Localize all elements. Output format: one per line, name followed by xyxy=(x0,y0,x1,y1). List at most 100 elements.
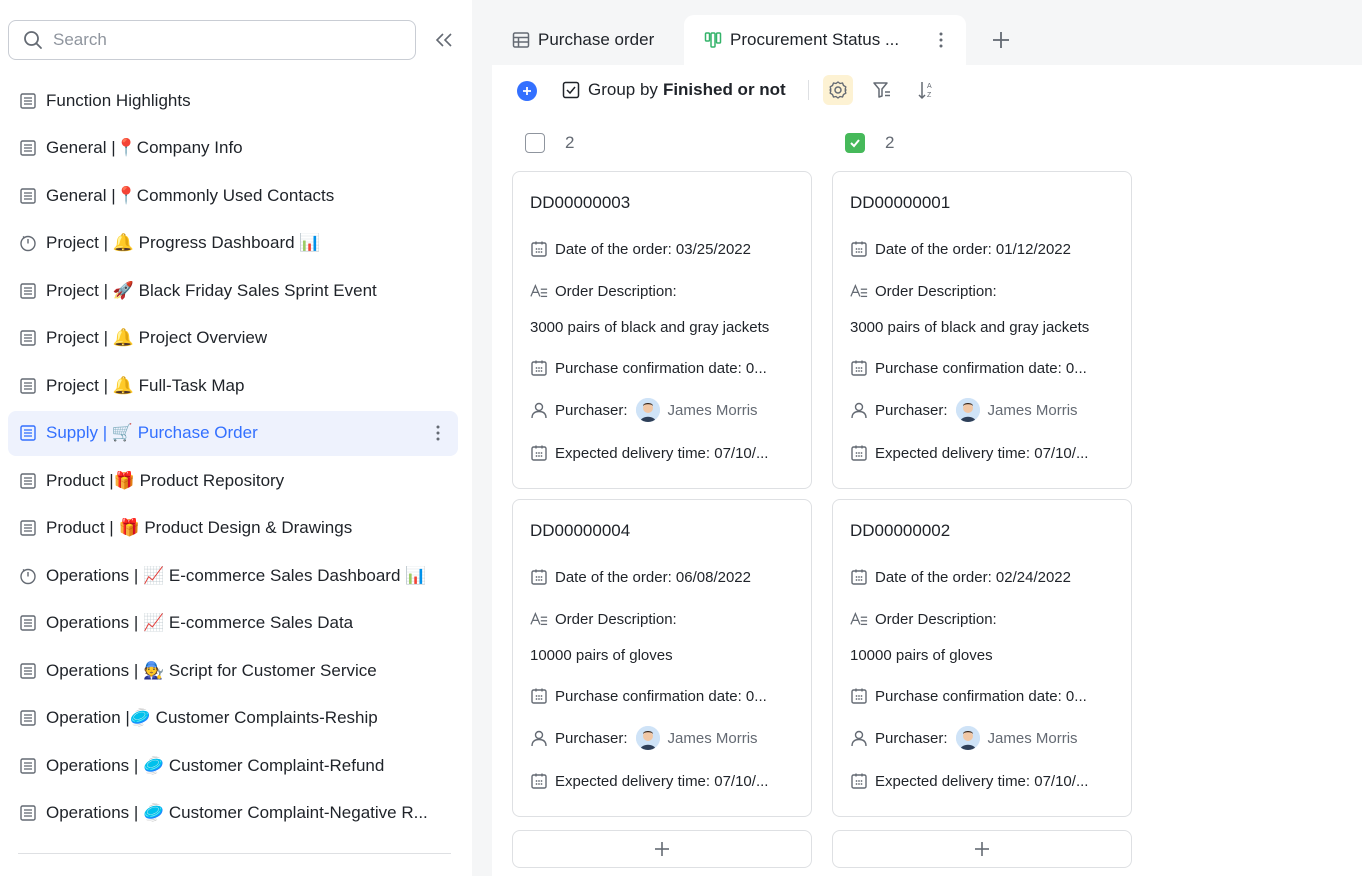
field-text: Purchase confirmation date: 0... xyxy=(555,359,767,377)
field-order-description: Order Description: xyxy=(530,610,800,628)
calendar-icon xyxy=(850,240,868,258)
calendar-icon xyxy=(530,772,548,790)
person-icon xyxy=(850,401,868,419)
avatar xyxy=(635,398,660,422)
field-confirmation-date: Purchase confirmation date: 0... xyxy=(850,359,1120,377)
grid-icon xyxy=(19,757,37,775)
sidebar-item-label: Function Highlights xyxy=(46,90,191,110)
sidebar-item[interactable]: Supply | 🛒 Purchase Order xyxy=(8,410,458,456)
add-card-button[interactable] xyxy=(512,830,812,868)
sidebar-item-label: Product |🎁 Product Repository xyxy=(46,470,285,490)
avatar xyxy=(955,726,980,750)
sidebar-item[interactable]: Project | 🔔 Progress Dashboard 📊 xyxy=(8,221,458,266)
calendar-icon xyxy=(530,568,548,586)
main-area: Purchase order Procurement Status ... Gr… xyxy=(472,0,1362,876)
settings-button[interactable] xyxy=(823,75,853,105)
kanban-board: Group by Finished or not AZ 2 DD00000003 Da… xyxy=(492,65,1362,876)
add-card-button[interactable] xyxy=(832,830,1132,868)
grid-icon xyxy=(19,377,37,395)
text-field-icon xyxy=(530,610,548,628)
grid-icon xyxy=(19,709,37,727)
grid-icon xyxy=(19,92,37,110)
sidebar-item-label: Operation |🥏 Customer Complaints-Reship xyxy=(46,708,378,727)
add-record-button[interactable] xyxy=(517,81,537,101)
group-by-field: Finished or not xyxy=(662,80,786,99)
sidebar-item[interactable]: Product |🎁 Product Repository xyxy=(8,458,458,503)
sidebar-item[interactable]: Operations | 🥏 Customer Complaint-Negati… xyxy=(8,791,458,836)
sidebar-item-label: Supply | 🛒 Purchase Order xyxy=(46,423,258,442)
grid-icon xyxy=(19,519,37,537)
field-text: Date of the order: 03/25/2022 xyxy=(555,240,751,258)
sidebar-item[interactable]: Function Highlights xyxy=(8,78,458,123)
column-count: 2 xyxy=(565,133,575,152)
sidebar-item[interactable]: Project | 🚀 Black Friday Sales Sprint Ev… xyxy=(8,268,458,313)
card-title: DD00000002 xyxy=(850,521,951,540)
tab-label: Procurement Status ... xyxy=(730,30,900,49)
sidebar: Function Highlights General |📍Company Inf… xyxy=(0,0,472,876)
sidebar-item[interactable]: Operations | 🥏 Customer Complaint-Refund xyxy=(8,743,458,788)
field-description-value: 10000 pairs of gloves xyxy=(530,647,673,664)
sidebar-item[interactable]: Operation |🥏 Customer Complaints-Reship xyxy=(8,696,458,741)
sidebar-item[interactable]: Project | 🔔 Project Overview xyxy=(8,316,458,361)
plus-icon xyxy=(523,87,531,95)
tab-procurement-status[interactable]: Procurement Status ... xyxy=(684,15,966,65)
purchaser-name: James Morris xyxy=(987,729,1078,747)
calendar-icon xyxy=(850,568,868,586)
column-unfinished: 2 DD00000003 Date of the order: 03/25/2022… xyxy=(512,125,812,868)
sidebar-item[interactable]: General |📍Commonly Used Contacts xyxy=(8,173,458,218)
sidebar-item[interactable]: Operations | 📈 E-commerce Sales Data xyxy=(8,601,458,646)
checkbox-checked-icon xyxy=(845,133,865,153)
collapse-sidebar-button[interactable] xyxy=(430,28,458,52)
sidebar-item[interactable]: Project | 🔔 Full-Task Map xyxy=(8,363,458,408)
calendar-icon xyxy=(850,772,868,790)
sidebar-item-label: Operations | 🧑‍🔧 Script for Customer Ser… xyxy=(46,660,377,680)
purchaser-name: James Morris xyxy=(667,729,758,747)
field-confirmation-date: Purchase confirmation date: 0... xyxy=(530,687,800,705)
grid-icon xyxy=(19,804,37,822)
tab-purchase-order[interactable]: Purchase order xyxy=(512,15,654,65)
sidebar-item-label: Project | 🔔 Project Overview xyxy=(46,328,268,347)
column-header: 2 xyxy=(512,125,812,161)
sort-button[interactable]: AZ xyxy=(915,78,939,102)
grid-icon xyxy=(19,282,37,300)
record-card[interactable]: DD00000001 Date of the order: 01/12/2022 O… xyxy=(832,171,1132,489)
field-text: Order Description: xyxy=(555,282,677,300)
sidebar-item[interactable]: Operations | 🧑‍🔧 Script for Customer Ser… xyxy=(8,648,458,693)
sidebar-item[interactable]: Operations | 📈 E-commerce Sales Dashboar… xyxy=(8,553,458,598)
purchaser-name: James Morris xyxy=(667,401,758,419)
person-icon xyxy=(850,729,868,747)
group-by-button[interactable]: Group by Finished or not xyxy=(562,77,786,103)
grid-icon xyxy=(19,424,37,442)
field-order-date: Date of the order: 06/08/2022 xyxy=(530,568,800,586)
field-text: Expected delivery time: 07/10/... xyxy=(875,444,1089,462)
card-title: DD00000001 xyxy=(850,193,951,212)
field-text: Purchaser: xyxy=(875,729,948,747)
tab-label: Purchase order xyxy=(538,30,655,49)
field-text: Order Description: xyxy=(555,610,677,628)
add-view-button[interactable] xyxy=(988,27,1014,53)
sidebar-item[interactable]: General |📍Company Info xyxy=(8,126,458,171)
record-card[interactable]: DD00000003 Date of the order: 03/25/2022 O… xyxy=(512,171,812,489)
plus-icon xyxy=(993,32,1009,48)
field-expected-delivery: Expected delivery time: 07/10/... xyxy=(850,444,1120,462)
field-text: Order Description: xyxy=(875,610,997,628)
field-text: Date of the order: 02/24/2022 xyxy=(875,568,1071,586)
field-text: Date of the order: 06/08/2022 xyxy=(555,568,751,586)
search-box[interactable] xyxy=(8,20,416,60)
search-input[interactable] xyxy=(53,30,393,50)
toolbar-divider xyxy=(808,80,809,100)
grid-icon xyxy=(19,187,37,205)
field-text: Expected delivery time: 07/10/... xyxy=(555,772,769,790)
plus-icon xyxy=(655,842,669,856)
text-field-icon xyxy=(850,610,868,628)
more-vertical-icon[interactable] xyxy=(934,30,948,50)
filter-button[interactable] xyxy=(870,78,894,102)
sidebar-item-label: Operations | 📈 E-commerce Sales Dashboar… xyxy=(46,565,427,585)
field-text: Purchase confirmation date: 0... xyxy=(875,359,1087,377)
sidebar-item[interactable]: Product | 🎁 Product Design & Drawings xyxy=(8,506,458,551)
record-card[interactable]: DD00000004 Date of the order: 06/08/2022 O… xyxy=(512,499,812,817)
field-text: Date of the order: 01/12/2022 xyxy=(875,240,1071,258)
more-vertical-icon[interactable] xyxy=(430,423,446,443)
field-expected-delivery: Expected delivery time: 07/10/... xyxy=(850,772,1120,790)
record-card[interactable]: DD00000002 Date of the order: 02/24/2022 O… xyxy=(832,499,1132,817)
